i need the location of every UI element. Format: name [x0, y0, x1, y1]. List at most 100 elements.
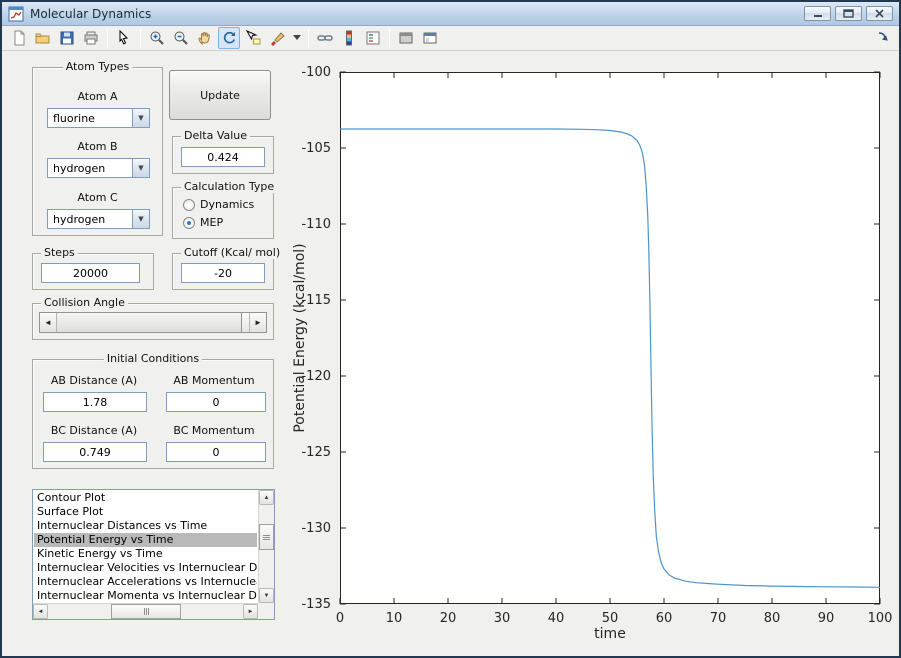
show-plot-tools-icon — [423, 32, 437, 44]
group-title: Steps — [41, 246, 78, 259]
link-plot-button[interactable] — [314, 27, 336, 49]
ab-momentum-input[interactable] — [166, 392, 266, 412]
y-axis-label: Potential Energy (kcal/mol) — [292, 243, 308, 433]
bc-momentum-input[interactable] — [166, 442, 266, 462]
maximize-button[interactable] — [835, 6, 862, 21]
chevron-down-icon — [292, 35, 301, 40]
atom-c-label: Atom C — [77, 191, 118, 204]
atom-b-value: hydrogen — [53, 161, 106, 175]
bc-distance-label: BC Distance (A) — [50, 424, 138, 437]
x-tick-label: 50 — [602, 611, 619, 626]
rotate-3d-button[interactable] — [218, 27, 240, 49]
data-cursor-button[interactable] — [242, 27, 264, 49]
chevron-down-icon[interactable]: ▼ — [132, 159, 149, 177]
steps-input[interactable] — [41, 263, 140, 283]
titlebar[interactable]: Molecular Dynamics — [2, 2, 899, 26]
brush-dropdown-button[interactable] — [290, 27, 303, 49]
save-figure-button[interactable] — [56, 27, 78, 49]
minimize-button[interactable] — [804, 6, 831, 21]
hide-plot-tools-button[interactable] — [395, 27, 417, 49]
edit-plot-button[interactable] — [113, 27, 135, 49]
vertical-scroll-thumb[interactable] — [259, 524, 274, 550]
group-title: Initial Conditions — [103, 352, 203, 365]
scroll-down-icon[interactable]: ▼ — [259, 588, 274, 603]
slider-right-arrow-icon[interactable]: ► — [249, 313, 266, 332]
pointer-arrow-icon — [119, 30, 129, 45]
y-tick-label: -105 — [301, 141, 331, 156]
printer-icon — [84, 31, 98, 45]
zoom-in-icon — [150, 31, 164, 45]
scroll-right-icon[interactable]: ► — [243, 604, 258, 619]
dynamics-radio[interactable]: Dynamics — [183, 198, 254, 211]
y-tick-label: -135 — [301, 597, 331, 612]
group-title: Cutoff (Kcal/ mol) — [181, 246, 284, 259]
cutoff-input[interactable] — [181, 263, 265, 283]
pan-button[interactable] — [194, 27, 216, 49]
open-folder-icon — [35, 33, 50, 44]
delta-value-group: Delta Value — [172, 129, 274, 174]
radio-icon[interactable] — [183, 216, 195, 229]
slider-left-arrow-icon[interactable]: ◄ — [40, 313, 57, 332]
ab-distance-input[interactable] — [43, 392, 147, 412]
horizontal-scrollbar[interactable]: ◄ ► — [33, 603, 258, 619]
dock-figure-button[interactable] — [876, 30, 892, 46]
list-item[interactable]: Kinetic Energy vs Time — [34, 547, 257, 561]
toolbar-separator — [140, 29, 141, 47]
list-item[interactable]: Internuclear Distances vs Time — [34, 519, 257, 533]
chevron-down-icon[interactable]: ▼ — [132, 109, 149, 127]
minimize-icon — [813, 15, 822, 17]
delta-value-input[interactable] — [181, 147, 265, 167]
list-item[interactable]: Internuclear Velocities vs Internuclear … — [34, 561, 257, 575]
list-item[interactable]: Surface Plot — [34, 505, 257, 519]
mep-radio[interactable]: MEP — [183, 216, 223, 229]
zoom-out-button[interactable] — [170, 27, 192, 49]
print-figure-button[interactable] — [80, 27, 102, 49]
collision-angle-slider[interactable]: ◄ ► — [39, 312, 267, 333]
steps-group: Steps — [32, 246, 154, 290]
scroll-left-icon[interactable]: ◄ — [33, 604, 48, 619]
atom-a-label: Atom A — [77, 90, 118, 103]
close-button[interactable] — [866, 6, 893, 21]
atom-types-group: Atom Types Atom A fluorine ▼ Atom B hydr… — [32, 60, 163, 236]
radio-icon[interactable] — [183, 198, 195, 211]
plot-canvas[interactable]: 0 10 20 30 40 50 60 70 80 90 100-135-130-125-120-1… — [301, 65, 892, 626]
atom-a-dropdown[interactable]: fluorine ▼ — [47, 108, 150, 128]
group-title: Delta Value — [181, 129, 251, 142]
colorbar-icon — [346, 30, 352, 46]
maximize-icon — [843, 9, 854, 18]
x-tick-label: 100 — [868, 611, 893, 626]
insert-colorbar-button[interactable] — [338, 27, 360, 49]
rotate-3d-icon — [223, 31, 236, 44]
show-plot-tools-button[interactable] — [419, 27, 441, 49]
cutoff-group: Cutoff (Kcal/ mol) — [172, 246, 284, 290]
window-title: Molecular Dynamics — [30, 6, 152, 21]
bc-distance-input[interactable] — [43, 442, 147, 462]
zoom-in-button[interactable] — [146, 27, 168, 49]
horizontal-scroll-thumb[interactable] — [111, 604, 181, 619]
initial-conditions-group: Initial Conditions AB Distance (A) AB Mo… — [32, 352, 274, 469]
scroll-up-icon[interactable]: ▲ — [259, 490, 274, 505]
vertical-scrollbar[interactable]: ▲ ▼ — [258, 490, 274, 603]
x-tick-label: 10 — [386, 611, 403, 626]
atom-b-dropdown[interactable]: hydrogen ▼ — [47, 158, 150, 178]
window-controls — [804, 6, 893, 21]
close-icon — [875, 9, 884, 18]
list-item[interactable]: Contour Plot — [34, 491, 257, 505]
plot-type-listbox-items: Contour Plot Surface Plot Internuclear Dis… — [34, 491, 257, 602]
new-figure-button[interactable] — [8, 27, 30, 49]
calculation-type-group: Calculation Type Dynamics MEP — [172, 180, 278, 239]
open-file-button[interactable] — [32, 27, 54, 49]
update-button[interactable]: Update — [169, 70, 271, 120]
x-tick-label: 30 — [494, 611, 511, 626]
list-item[interactable]: Internuclear Accelerations vs Internucle… — [34, 575, 257, 589]
chevron-down-icon[interactable]: ▼ — [132, 210, 149, 228]
x-tick-label: 70 — [710, 611, 727, 626]
plot-type-listbox[interactable]: Contour Plot Surface Plot Internuclear Dis… — [32, 489, 275, 620]
brush-button[interactable] — [266, 27, 288, 49]
plot-background — [340, 72, 880, 604]
atom-c-dropdown[interactable]: hydrogen ▼ — [47, 209, 150, 229]
insert-legend-button[interactable] — [362, 27, 384, 49]
list-item[interactable]: Internuclear Momenta vs Internuclear Dis… — [34, 589, 257, 602]
list-item[interactable]: Potential Energy vs Time — [34, 533, 257, 547]
app-window: Molecular Dynamics Atom Types Atom A flu… — [0, 0, 901, 658]
